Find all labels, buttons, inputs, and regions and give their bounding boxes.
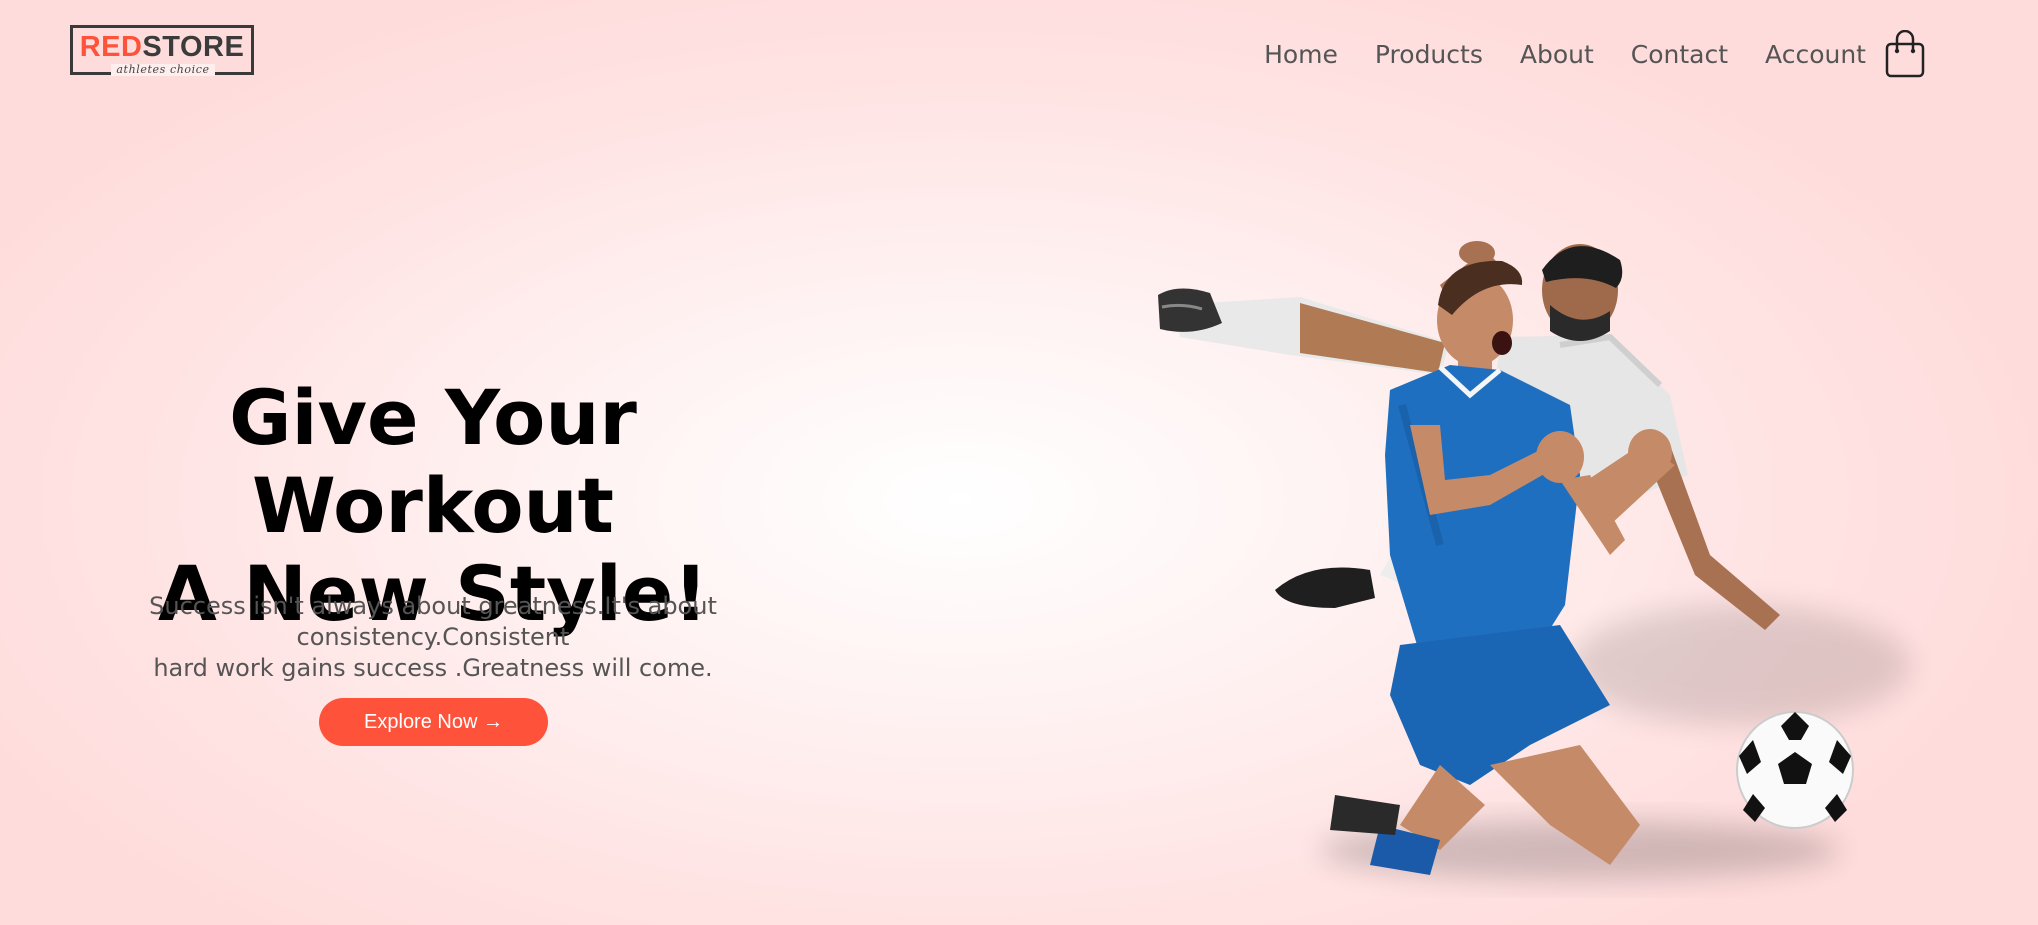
- main-nav: Home Products About Contact Account: [1264, 38, 1866, 72]
- hero-description-line-2: hard work gains success .Greatness will …: [153, 654, 713, 682]
- shopping-bag-icon[interactable]: [1885, 30, 1925, 78]
- nav-item-contact[interactable]: Contact: [1631, 38, 1728, 72]
- brand-logo[interactable]: REDSTORE athletes choice: [70, 25, 254, 76]
- soccer-players-celebrating-image: [1158, 241, 1910, 880]
- nav-item-account[interactable]: Account: [1765, 38, 1866, 72]
- soccer-ball: [1736, 711, 1854, 829]
- logo-wordmark: REDSTORE: [79, 31, 245, 63]
- hero-title-line-1: Give Your Workout: [229, 373, 637, 550]
- hero-description: Success isn't always about greatness.It'…: [30, 591, 836, 684]
- nav-item-about[interactable]: About: [1520, 38, 1594, 72]
- nav-item-products[interactable]: Products: [1375, 38, 1483, 72]
- logo-tagline: athletes choice: [111, 64, 215, 76]
- explore-now-button[interactable]: Explore Now →: [319, 698, 548, 746]
- hero-description-line-1: Success isn't always about greatness.It'…: [149, 592, 717, 651]
- nav-item-home[interactable]: Home: [1264, 38, 1338, 72]
